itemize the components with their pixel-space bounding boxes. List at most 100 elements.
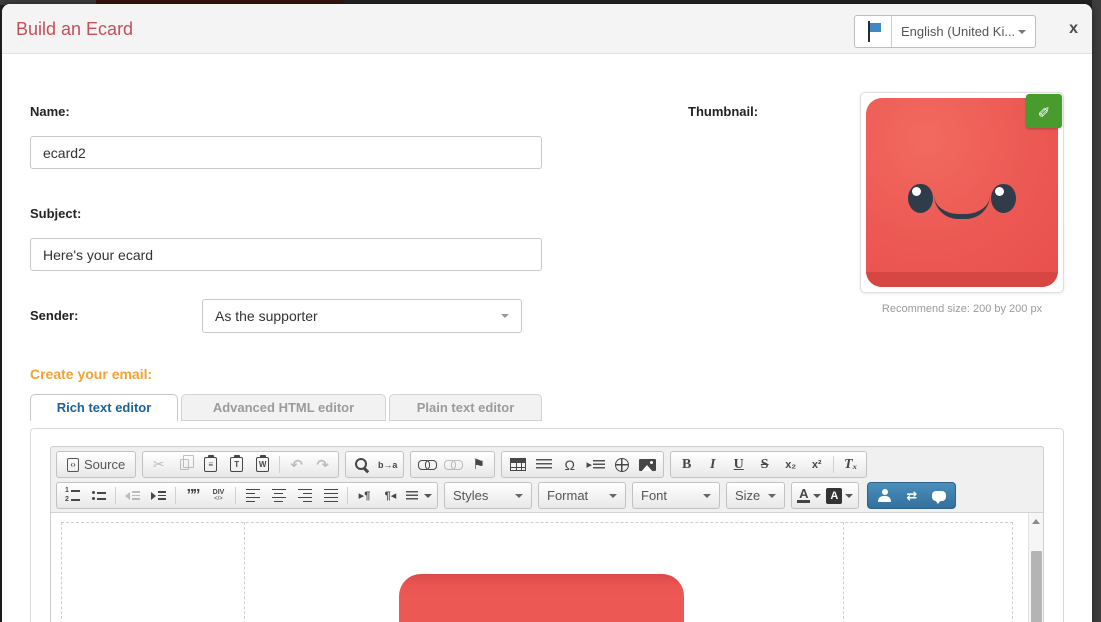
edit-thumbnail-button[interactable]: ✎ xyxy=(1026,94,1062,128)
find-button[interactable] xyxy=(349,453,374,476)
bulleted-list-icon xyxy=(92,491,106,500)
toolbar-group-clipboard: ✂ ≡ T W ↶ ↷ xyxy=(142,451,339,478)
scroll-up-button[interactable] xyxy=(1029,513,1043,529)
create-email-label: Create your email: xyxy=(30,366,1064,382)
swap-arrows-icon: ⇄ xyxy=(906,488,917,504)
toolbar-separator xyxy=(347,487,348,504)
background-color-icon: A xyxy=(826,488,842,504)
tab-advanced-html-editor[interactable]: Advanced HTML editor xyxy=(181,394,386,421)
bidi-ltr-button[interactable]: ▸¶ xyxy=(352,484,377,507)
paste-text-icon: T xyxy=(230,457,243,472)
replace-button[interactable]: b→a xyxy=(375,453,400,476)
paste-word-icon: W xyxy=(256,457,269,472)
name-input[interactable] xyxy=(30,136,542,169)
toolbar-separator xyxy=(175,487,176,504)
text-color-letter: A xyxy=(799,488,808,499)
toolbar-group-custom: ⇄ xyxy=(867,482,956,509)
styles-dropdown[interactable]: Styles xyxy=(444,482,532,509)
page-break-button[interactable]: ▸ xyxy=(583,453,608,476)
person-icon xyxy=(878,489,891,502)
div-tag-glyph: </> xyxy=(214,496,223,503)
insert-image-button[interactable] xyxy=(635,453,660,476)
paste-plain-text-button[interactable]: T xyxy=(224,453,249,476)
table-cell-divider xyxy=(843,522,844,622)
sender-label: Sender: xyxy=(30,308,202,325)
anchor-flag-icon: ⚑ xyxy=(472,456,485,473)
chevron-down-icon xyxy=(813,494,821,498)
sender-select[interactable]: As the supporter xyxy=(202,299,522,333)
editor-panel: ‹› Source ✂ ≡ T W ↶ ↷ xyxy=(30,428,1064,622)
page-break-lines xyxy=(593,460,605,469)
subscript-icon: x₂ xyxy=(785,459,796,471)
unlink-button[interactable] xyxy=(440,453,465,476)
strikethrough-button[interactable]: S xyxy=(752,453,777,476)
align-center-button[interactable] xyxy=(266,484,291,507)
numbered-list-button[interactable]: 1 2 xyxy=(60,484,85,507)
underline-button[interactable]: U xyxy=(726,453,751,476)
cut-button[interactable]: ✂ xyxy=(146,453,171,476)
tab-plain-text-editor[interactable]: Plain text editor xyxy=(389,394,542,421)
flag-icon xyxy=(865,21,882,42)
language-button[interactable] xyxy=(404,484,434,507)
toolbar-group-basicstyles: B I U S x₂ x² Tₓ xyxy=(670,451,867,478)
special-char-button[interactable]: Ω xyxy=(557,453,582,476)
font-dropdown[interactable]: Font xyxy=(632,482,720,509)
subject-input[interactable] xyxy=(30,238,542,271)
format-dropdown[interactable]: Format xyxy=(538,482,626,509)
ecard-mouth xyxy=(934,195,990,219)
blockquote-icon: ”” xyxy=(187,491,199,501)
anchor-button[interactable]: ⚑ xyxy=(466,453,491,476)
source-icon: ‹› xyxy=(67,458,79,472)
align-left-button[interactable] xyxy=(240,484,265,507)
tab-rich-text-editor[interactable]: Rich text editor xyxy=(30,394,178,421)
copy-button[interactable] xyxy=(172,453,197,476)
div-container-button[interactable]: DIV </> xyxy=(206,484,231,507)
toolbar-row-1: ‹› Source ✂ ≡ T W ↶ ↷ xyxy=(51,447,1043,481)
bold-button[interactable]: B xyxy=(674,453,699,476)
undo-button[interactable]: ↶ xyxy=(284,453,309,476)
font-dropdown-label: Font xyxy=(641,488,667,503)
toolbar-group-source: ‹› Source xyxy=(56,451,136,478)
paste-icon-glyph: ≡ xyxy=(208,460,213,469)
superscript-button[interactable]: x² xyxy=(804,453,829,476)
editor-content-area[interactable] xyxy=(51,512,1043,622)
align-justify-icon xyxy=(324,489,338,503)
insert-table-button[interactable] xyxy=(505,453,530,476)
source-button[interactable]: ‹› Source xyxy=(60,453,132,476)
background-color-button[interactable]: A xyxy=(824,484,855,507)
size-dropdown[interactable]: Size xyxy=(726,482,785,509)
undo-icon: ↶ xyxy=(290,456,303,474)
decrease-indent-button[interactable] xyxy=(120,484,145,507)
bidi-rtl-button[interactable]: ¶◂ xyxy=(378,484,403,507)
increase-indent-button[interactable] xyxy=(146,484,171,507)
horizontal-rule-button[interactable] xyxy=(531,453,556,476)
redo-icon: ↷ xyxy=(316,456,329,474)
align-right-button[interactable] xyxy=(292,484,317,507)
comment-button[interactable] xyxy=(930,487,947,504)
language-selector[interactable]: English (United Ki... xyxy=(854,15,1036,48)
page-background: Build an Ecard English (United Ki... x N… xyxy=(0,0,1101,622)
toolbar-separator xyxy=(115,487,116,504)
scrollbar-thumb[interactable] xyxy=(1031,551,1042,622)
blockquote-button[interactable]: ”” xyxy=(180,484,205,507)
bulleted-list-button[interactable] xyxy=(86,484,111,507)
editor-scrollbar[interactable] xyxy=(1028,513,1043,622)
paste-button[interactable]: ≡ xyxy=(198,453,223,476)
merge-tags-button[interactable]: ⇄ xyxy=(903,487,920,504)
link-button[interactable] xyxy=(414,453,439,476)
paste-from-word-button[interactable]: W xyxy=(250,453,275,476)
italic-button[interactable]: I xyxy=(700,453,725,476)
outdent-icon xyxy=(125,491,140,500)
remove-format-button[interactable]: Tₓ xyxy=(838,453,863,476)
close-button[interactable]: x xyxy=(1069,20,1078,38)
align-right-icon xyxy=(298,489,312,503)
link-icon xyxy=(418,460,436,469)
insert-contact-button[interactable] xyxy=(876,487,893,504)
toolbar-separator xyxy=(833,456,834,473)
redo-button[interactable]: ↷ xyxy=(310,453,335,476)
text-color-button[interactable]: A xyxy=(795,484,823,507)
ol-marker: 1 xyxy=(65,488,69,494)
subscript-button[interactable]: x₂ xyxy=(778,453,803,476)
align-justify-button[interactable] xyxy=(318,484,343,507)
iframe-button[interactable] xyxy=(609,453,634,476)
